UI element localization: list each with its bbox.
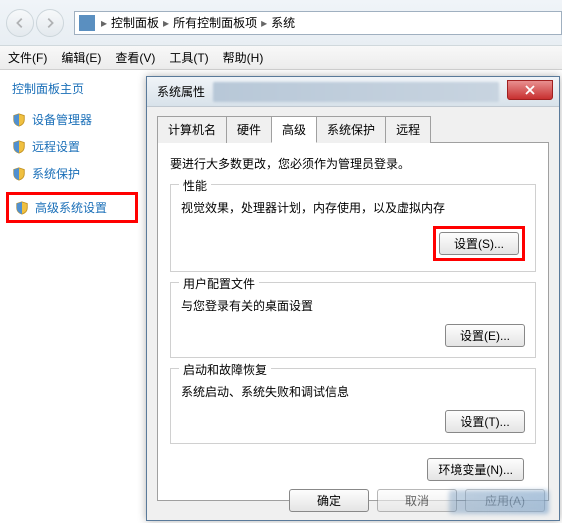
- env-variables-button[interactable]: 环境变量(N)...: [427, 458, 524, 481]
- tab-panel-advanced: 要进行大多数更改，您必须作为管理员登录。 性能 视觉效果，处理器计划，内存使用，…: [157, 143, 549, 501]
- breadcrumb-item[interactable]: 所有控制面板项: [173, 14, 257, 31]
- user-profiles-settings-button[interactable]: 设置(E)...: [445, 324, 525, 347]
- group-title: 用户配置文件: [179, 275, 259, 292]
- forward-button[interactable]: [36, 9, 64, 37]
- back-button[interactable]: [6, 9, 34, 37]
- breadcrumb: ▸ 控制面板 ▸ 所有控制面板项 ▸ 系统: [99, 14, 295, 31]
- breadcrumb-item[interactable]: 系统: [271, 14, 295, 31]
- tab-strip: 计算机名 硬件 高级 系统保护 远程: [157, 115, 549, 143]
- chevron-right-icon: ▸: [261, 16, 267, 30]
- shield-icon: [12, 140, 26, 154]
- explorer-top-bar: ▸ 控制面板 ▸ 所有控制面板项 ▸ 系统: [0, 0, 562, 46]
- tab-system-protection[interactable]: 系统保护: [316, 116, 386, 143]
- system-properties-dialog: 系统属性 计算机名 硬件 高级 系统保护 远程 要进行大多数更改，您必须作为管理…: [146, 76, 560, 521]
- sidebar-item-label: 远程设置: [32, 138, 80, 155]
- tab-hardware[interactable]: 硬件: [226, 116, 272, 143]
- group-startup: 启动和故障恢复 系统启动、系统失败和调试信息 设置(T)...: [170, 368, 536, 444]
- arrow-right-icon: [43, 16, 57, 30]
- menu-help[interactable]: 帮助(H): [223, 49, 264, 66]
- menu-edit[interactable]: 编辑(E): [61, 49, 101, 66]
- chevron-right-icon: ▸: [163, 16, 169, 30]
- group-title: 性能: [179, 177, 211, 194]
- shield-icon: [12, 167, 26, 181]
- group-title: 启动和故障恢复: [179, 361, 271, 378]
- chevron-right-icon: ▸: [101, 16, 107, 30]
- titlebar-blur: [213, 82, 499, 102]
- menu-view[interactable]: 查看(V): [115, 49, 155, 66]
- group-desc: 视觉效果，处理器计划，内存使用，以及虚拟内存: [181, 199, 525, 216]
- arrow-left-icon: [13, 16, 27, 30]
- sidebar-item-device-manager[interactable]: 设备管理器: [12, 111, 132, 128]
- sidebar-item-system-protection[interactable]: 系统保护: [12, 165, 132, 182]
- performance-settings-button[interactable]: 设置(S)...: [439, 232, 519, 255]
- close-button[interactable]: [507, 80, 553, 100]
- group-desc: 系统启动、系统失败和调试信息: [181, 383, 525, 400]
- cancel-button[interactable]: 取消: [377, 489, 457, 512]
- tab-remote[interactable]: 远程: [385, 116, 431, 143]
- sidebar-item-label: 系统保护: [32, 165, 80, 182]
- dialog-footer: 确定 取消 应用(A): [289, 489, 545, 512]
- sidebar-item-remote[interactable]: 远程设置: [12, 138, 132, 155]
- group-desc: 与您登录有关的桌面设置: [181, 297, 525, 314]
- close-icon: [525, 85, 535, 95]
- shield-icon: [12, 113, 26, 127]
- dialog-titlebar: 系统属性: [147, 77, 559, 107]
- sidebar-item-label: 设备管理器: [32, 111, 92, 128]
- sidebar-item-label: 高级系统设置: [35, 199, 107, 216]
- ok-button[interactable]: 确定: [289, 489, 369, 512]
- group-user-profiles: 用户配置文件 与您登录有关的桌面设置 设置(E)...: [170, 282, 536, 358]
- startup-settings-button[interactable]: 设置(T)...: [445, 410, 525, 433]
- control-panel-icon: [79, 15, 95, 31]
- dialog-title: 系统属性: [157, 83, 205, 100]
- breadcrumb-item[interactable]: 控制面板: [111, 14, 159, 31]
- sidebar-highlight: 高级系统设置: [6, 192, 138, 223]
- apply-button[interactable]: 应用(A): [465, 489, 545, 512]
- menu-file[interactable]: 文件(F): [8, 49, 47, 66]
- address-bar[interactable]: ▸ 控制面板 ▸ 所有控制面板项 ▸ 系统: [74, 11, 562, 35]
- tab-advanced[interactable]: 高级: [271, 116, 317, 143]
- menu-tools[interactable]: 工具(T): [169, 49, 208, 66]
- tab-computer-name[interactable]: 计算机名: [157, 116, 227, 143]
- button-highlight: 设置(S)...: [433, 226, 525, 261]
- menu-bar: 文件(F) 编辑(E) 查看(V) 工具(T) 帮助(H): [0, 46, 562, 70]
- sidebar: 控制面板主页 设备管理器 远程设置 系统保护 高级系统设置: [0, 70, 144, 523]
- shield-icon: [15, 201, 29, 215]
- sidebar-item-advanced[interactable]: 高级系统设置: [15, 199, 129, 216]
- sidebar-header[interactable]: 控制面板主页: [12, 80, 132, 97]
- group-performance: 性能 视觉效果，处理器计划，内存使用，以及虚拟内存 设置(S)...: [170, 184, 536, 272]
- intro-text: 要进行大多数更改，您必须作为管理员登录。: [170, 155, 536, 172]
